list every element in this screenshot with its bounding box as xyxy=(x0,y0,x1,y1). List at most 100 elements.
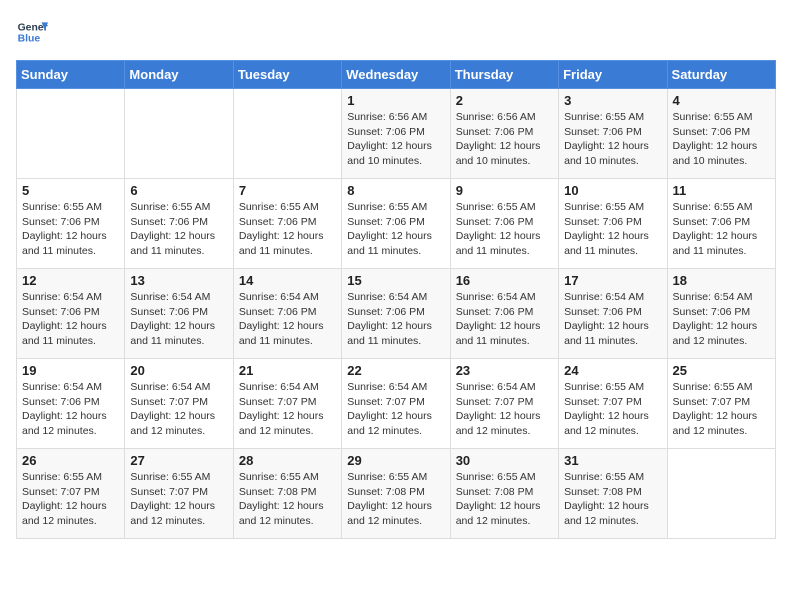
day-number: 15 xyxy=(347,273,444,288)
header-monday: Monday xyxy=(125,61,233,89)
day-number: 25 xyxy=(673,363,770,378)
day-detail: Sunrise: 6:55 AM Sunset: 7:07 PM Dayligh… xyxy=(22,470,119,529)
day-detail: Sunrise: 6:54 AM Sunset: 7:06 PM Dayligh… xyxy=(673,290,770,349)
day-detail: Sunrise: 6:54 AM Sunset: 7:07 PM Dayligh… xyxy=(130,380,227,439)
day-number: 23 xyxy=(456,363,553,378)
day-detail: Sunrise: 6:54 AM Sunset: 7:06 PM Dayligh… xyxy=(456,290,553,349)
calendar-cell: 29Sunrise: 6:55 AM Sunset: 7:08 PM Dayli… xyxy=(342,449,450,539)
day-detail: Sunrise: 6:54 AM Sunset: 7:07 PM Dayligh… xyxy=(347,380,444,439)
calendar-cell: 5Sunrise: 6:55 AM Sunset: 7:06 PM Daylig… xyxy=(17,179,125,269)
calendar-cell: 21 Sunrise: 6:54 AM Sunset: 7:07 PM Dayli… xyxy=(233,359,341,449)
calendar-cell: 31Sunrise: 6:55 AM Sunset: 7:08 PM Dayli… xyxy=(559,449,667,539)
svg-text:Blue: Blue xyxy=(18,34,41,45)
day-detail: Sunrise: 6:55 AM Sunset: 7:06 PM Dayligh… xyxy=(564,200,661,259)
header-tuesday: Tuesday xyxy=(233,61,341,89)
day-number: 28 xyxy=(239,453,336,468)
day-number: 6 xyxy=(130,183,227,198)
calendar-cell: 22 Sunrise: 6:54 AM Sunset: 7:07 PM Dayli… xyxy=(342,359,450,449)
calendar-cell: 19 Sunrise: 6:54 AM Sunset: 7:06 PM Dayli… xyxy=(17,359,125,449)
calendar-week-0: 1 Sunrise: 6:56 AM Sunset: 7:06 PM Daylig… xyxy=(17,89,776,179)
calendar-cell: 6 Sunrise: 6:55 AM Sunset: 7:06 PM Daylig… xyxy=(125,179,233,269)
day-detail: Sunrise: 6:55 AM Sunset: 7:08 PM Dayligh… xyxy=(239,470,336,529)
day-number: 22 xyxy=(347,363,444,378)
day-number: 21 xyxy=(239,363,336,378)
calendar-cell: 30 Sunrise: 6:55 AM Sunset: 7:08 PM Dayli… xyxy=(450,449,558,539)
calendar-cell: 4Sunrise: 6:55 AM Sunset: 7:06 PM Daylig… xyxy=(667,89,775,179)
calendar-cell xyxy=(17,89,125,179)
calendar-cell: 1 Sunrise: 6:56 AM Sunset: 7:06 PM Daylig… xyxy=(342,89,450,179)
day-detail: Sunrise: 6:54 AM Sunset: 7:06 PM Dayligh… xyxy=(564,290,661,349)
calendar-cell xyxy=(125,89,233,179)
calendar-cell: 13 Sunrise: 6:54 AM Sunset: 7:06 PM Dayli… xyxy=(125,269,233,359)
day-number: 10 xyxy=(564,183,661,198)
day-detail: Sunrise: 6:54 AM Sunset: 7:07 PM Dayligh… xyxy=(239,380,336,439)
day-number: 19 xyxy=(22,363,119,378)
calendar-week-2: 12Sunrise: 6:54 AM Sunset: 7:06 PM Dayli… xyxy=(17,269,776,359)
day-number: 29 xyxy=(347,453,444,468)
header-sunday: Sunday xyxy=(17,61,125,89)
calendar-cell: 14 Sunrise: 6:54 AM Sunset: 7:06 PM Dayli… xyxy=(233,269,341,359)
day-detail: Sunrise: 6:56 AM Sunset: 7:06 PM Dayligh… xyxy=(456,110,553,169)
calendar-cell: 28 Sunrise: 6:55 AM Sunset: 7:08 PM Dayli… xyxy=(233,449,341,539)
calendar-week-4: 26 Sunrise: 6:55 AM Sunset: 7:07 PM Dayli… xyxy=(17,449,776,539)
day-number: 2 xyxy=(456,93,553,108)
day-detail: Sunrise: 6:56 AM Sunset: 7:06 PM Dayligh… xyxy=(347,110,444,169)
day-detail: Sunrise: 6:55 AM Sunset: 7:07 PM Dayligh… xyxy=(673,380,770,439)
day-number: 14 xyxy=(239,273,336,288)
calendar-cell: 10 Sunrise: 6:55 AM Sunset: 7:06 PM Dayli… xyxy=(559,179,667,269)
day-detail: Sunrise: 6:54 AM Sunset: 7:06 PM Dayligh… xyxy=(22,290,119,349)
calendar-cell: 24 Sunrise: 6:55 AM Sunset: 7:07 PM Dayli… xyxy=(559,359,667,449)
calendar-cell: 11Sunrise: 6:55 AM Sunset: 7:06 PM Dayli… xyxy=(667,179,775,269)
calendar-week-3: 19 Sunrise: 6:54 AM Sunset: 7:06 PM Dayli… xyxy=(17,359,776,449)
day-number: 31 xyxy=(564,453,661,468)
calendar-cell: 8 Sunrise: 6:55 AM Sunset: 7:06 PM Daylig… xyxy=(342,179,450,269)
header-wednesday: Wednesday xyxy=(342,61,450,89)
day-detail: Sunrise: 6:54 AM Sunset: 7:07 PM Dayligh… xyxy=(456,380,553,439)
calendar-cell: 27Sunrise: 6:55 AM Sunset: 7:07 PM Dayli… xyxy=(125,449,233,539)
calendar-header-row: SundayMondayTuesdayWednesdayThursdayFrid… xyxy=(17,61,776,89)
calendar-cell: 12Sunrise: 6:54 AM Sunset: 7:06 PM Dayli… xyxy=(17,269,125,359)
calendar-cell xyxy=(667,449,775,539)
day-number: 26 xyxy=(22,453,119,468)
day-number: 8 xyxy=(347,183,444,198)
header-saturday: Saturday xyxy=(667,61,775,89)
calendar-table: SundayMondayTuesdayWednesdayThursdayFrid… xyxy=(16,60,776,539)
day-number: 16 xyxy=(456,273,553,288)
day-number: 13 xyxy=(130,273,227,288)
day-detail: Sunrise: 6:55 AM Sunset: 7:07 PM Dayligh… xyxy=(564,380,661,439)
day-number: 27 xyxy=(130,453,227,468)
calendar-cell: 2 Sunrise: 6:56 AM Sunset: 7:06 PM Daylig… xyxy=(450,89,558,179)
calendar-cell: 26 Sunrise: 6:55 AM Sunset: 7:07 PM Dayli… xyxy=(17,449,125,539)
day-number: 9 xyxy=(456,183,553,198)
calendar-cell: 17 Sunrise: 6:54 AM Sunset: 7:06 PM Dayli… xyxy=(559,269,667,359)
calendar-week-1: 5 Sunrise: 6:55 AM Sunset: 7:06 PM Daylig… xyxy=(17,179,776,269)
calendar-cell: 3 Sunrise: 6:55 AM Sunset: 7:06 PM Daylig… xyxy=(559,89,667,179)
day-detail: Sunrise: 6:54 AM Sunset: 7:06 PM Dayligh… xyxy=(22,380,119,439)
page-header: General Blue xyxy=(16,16,776,48)
calendar-cell: 23 Sunrise: 6:54 AM Sunset: 7:07 PM Dayli… xyxy=(450,359,558,449)
day-detail: Sunrise: 6:55 AM Sunset: 7:06 PM Dayligh… xyxy=(130,200,227,259)
day-number: 5 xyxy=(22,183,119,198)
calendar-cell: 16 Sunrise: 6:54 AM Sunset: 7:06 PM Dayli… xyxy=(450,269,558,359)
day-detail: Sunrise: 6:54 AM Sunset: 7:06 PM Dayligh… xyxy=(347,290,444,349)
day-detail: Sunrise: 6:55 AM Sunset: 7:06 PM Dayligh… xyxy=(347,200,444,259)
day-detail: Sunrise: 6:54 AM Sunset: 7:06 PM Dayligh… xyxy=(130,290,227,349)
day-detail: Sunrise: 6:55 AM Sunset: 7:06 PM Dayligh… xyxy=(456,200,553,259)
day-number: 24 xyxy=(564,363,661,378)
calendar-cell: 7Sunrise: 6:55 AM Sunset: 7:06 PM Daylig… xyxy=(233,179,341,269)
day-number: 20 xyxy=(130,363,227,378)
calendar-cell: 15 Sunrise: 6:54 AM Sunset: 7:06 PM Dayli… xyxy=(342,269,450,359)
day-number: 3 xyxy=(564,93,661,108)
calendar-cell: 9 Sunrise: 6:55 AM Sunset: 7:06 PM Daylig… xyxy=(450,179,558,269)
day-number: 1 xyxy=(347,93,444,108)
day-number: 30 xyxy=(456,453,553,468)
calendar-cell xyxy=(233,89,341,179)
day-number: 11 xyxy=(673,183,770,198)
header-friday: Friday xyxy=(559,61,667,89)
day-detail: Sunrise: 6:55 AM Sunset: 7:06 PM Dayligh… xyxy=(239,200,336,259)
day-detail: Sunrise: 6:55 AM Sunset: 7:06 PM Dayligh… xyxy=(564,110,661,169)
day-number: 17 xyxy=(564,273,661,288)
day-detail: Sunrise: 6:55 AM Sunset: 7:08 PM Dayligh… xyxy=(456,470,553,529)
day-detail: Sunrise: 6:54 AM Sunset: 7:06 PM Dayligh… xyxy=(239,290,336,349)
logo[interactable]: General Blue xyxy=(16,16,48,48)
